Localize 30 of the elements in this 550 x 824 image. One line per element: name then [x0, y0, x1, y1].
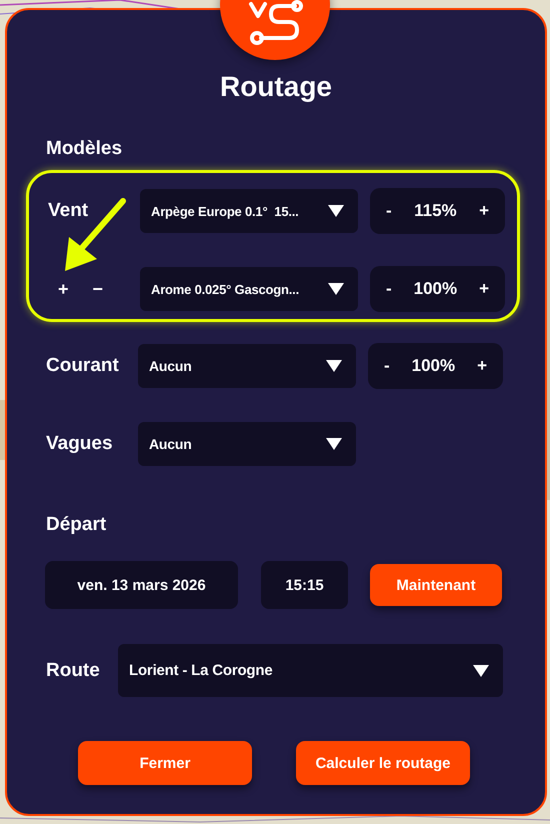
remove-model-button[interactable]: −: [92, 278, 104, 300]
section-heading: Modèles: [46, 138, 124, 160]
dropdown-caret-icon: [326, 360, 342, 372]
decrease-button[interactable]: -: [382, 356, 392, 376]
field-label: Courant: [46, 355, 119, 377]
increase-button[interactable]: +: [477, 201, 491, 221]
field-label: Vent: [48, 200, 88, 222]
field-label: Route: [46, 660, 101, 682]
decrease-button[interactable]: -: [384, 279, 394, 299]
dropdown-caret-icon: [326, 438, 342, 450]
dropdown-caret-icon: [473, 664, 489, 676]
model-dropdown[interactable]: Aucun: [138, 422, 356, 466]
dialog-title: Routage: [219, 72, 333, 102]
model-dropdown[interactable]: Aucun: [138, 344, 356, 388]
add-model-button[interactable]: +: [58, 278, 69, 300]
increase-button[interactable]: +: [475, 356, 489, 376]
factor-value: 115%: [414, 201, 457, 221]
increase-button[interactable]: +: [477, 279, 491, 299]
dropdown-caret-icon: [328, 283, 344, 295]
model-dropdown[interactable]: Arome 0.025° Gascogn...: [140, 267, 358, 311]
factor-value: 100%: [414, 279, 458, 299]
decrease-button[interactable]: -: [384, 201, 394, 221]
model-dropdown[interactable]: Arpège Europe 0.1° 15...: [140, 189, 358, 233]
date-field[interactable]: ven. 13 mars 2026: [45, 561, 238, 609]
factor-value: 100%: [412, 356, 456, 376]
route-dropdown[interactable]: Lorient - La Corogne: [118, 644, 503, 697]
section-heading: Départ: [46, 514, 108, 536]
field-label: Vagues: [46, 433, 113, 455]
time-field[interactable]: 15:15: [261, 561, 348, 609]
dropdown-caret-icon: [328, 205, 344, 217]
